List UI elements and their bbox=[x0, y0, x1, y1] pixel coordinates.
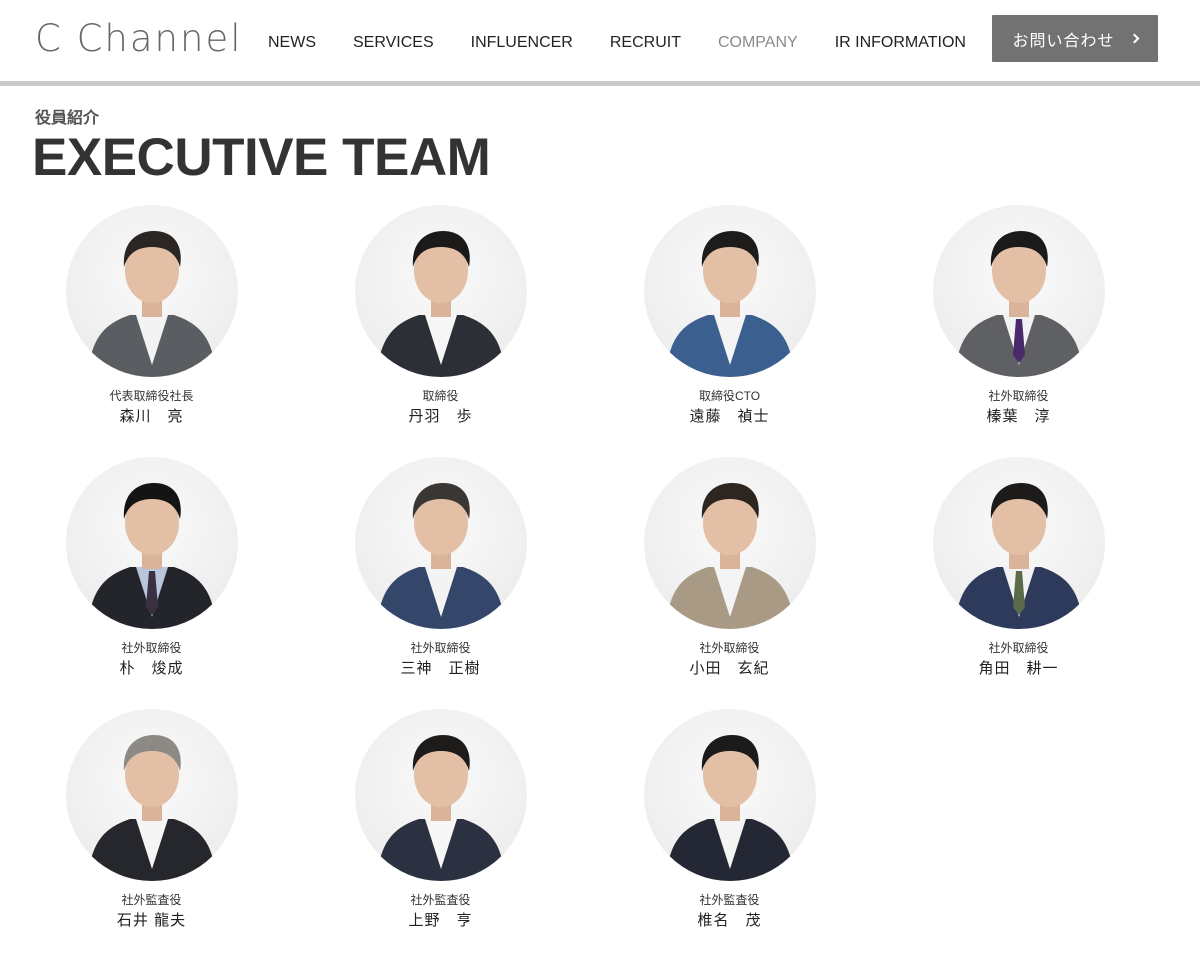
portrait-illustration bbox=[954, 231, 1083, 377]
section-title: EXECUTIVE TEAM bbox=[32, 128, 491, 187]
member-name: 三神 正樹 bbox=[400, 660, 481, 677]
member-card[interactable]: 社外取締役 小田 玄紀 bbox=[585, 457, 874, 709]
member-role: 社外監査役 bbox=[121, 893, 182, 907]
member-name: 上野 亨 bbox=[408, 912, 473, 929]
member-name: 椎名 茂 bbox=[697, 912, 762, 929]
member-name: 角田 耕一 bbox=[978, 660, 1059, 677]
nav-ir-information[interactable]: IR INFORMATION bbox=[835, 33, 966, 53]
portrait-illustration bbox=[376, 231, 505, 377]
portrait-illustration bbox=[87, 483, 216, 629]
member-portrait bbox=[932, 457, 1105, 629]
member-role: 社外取締役 bbox=[699, 641, 760, 655]
member-name: 森川 亮 bbox=[119, 408, 184, 425]
chevron-right-icon bbox=[1129, 33, 1139, 44]
portrait-illustration bbox=[665, 231, 794, 377]
member-card[interactable]: 社外取締役 三神 正樹 bbox=[296, 457, 585, 709]
member-card[interactable]: 社外監査役 椎名 茂 bbox=[585, 709, 874, 961]
contact-button[interactable]: お問い合わせ bbox=[992, 15, 1158, 62]
member-role: 社外監査役 bbox=[410, 893, 471, 907]
member-card[interactable]: 代表取締役社長 森川 亮 bbox=[7, 205, 296, 457]
member-portrait bbox=[354, 457, 527, 629]
member-name: 朴 焌成 bbox=[119, 660, 184, 677]
member-portrait bbox=[932, 205, 1105, 377]
portrait-illustration bbox=[376, 735, 505, 881]
member-card[interactable]: 社外取締役 榛葉 淳 bbox=[874, 205, 1163, 457]
member-portrait bbox=[65, 205, 238, 377]
nav-influencer[interactable]: INFLUENCER bbox=[471, 33, 573, 53]
member-name: 遠藤 禎士 bbox=[689, 408, 770, 425]
member-role: 社外取締役 bbox=[121, 641, 182, 655]
portrait-illustration bbox=[954, 483, 1083, 629]
member-portrait bbox=[65, 709, 238, 881]
member-portrait bbox=[65, 457, 238, 629]
member-role: 代表取締役社長 bbox=[109, 389, 194, 403]
member-name: 丹羽 歩 bbox=[408, 408, 473, 425]
site-logo[interactable]: C Channel bbox=[35, 14, 243, 64]
member-name: 榛葉 淳 bbox=[986, 408, 1051, 425]
member-role: 社外取締役 bbox=[410, 641, 471, 655]
nav-news[interactable]: NEWS bbox=[268, 33, 316, 53]
member-card[interactable]: 社外取締役 朴 焌成 bbox=[7, 457, 296, 709]
portrait-illustration bbox=[87, 231, 216, 377]
portrait-illustration bbox=[665, 483, 794, 629]
nav-services[interactable]: SERVICES bbox=[353, 33, 434, 53]
member-role: 取締役 bbox=[422, 389, 459, 403]
member-card[interactable]: 社外監査役 上野 亨 bbox=[296, 709, 585, 961]
member-portrait bbox=[354, 205, 527, 377]
executive-grid: 代表取締役社長 森川 亮 取締役 丹羽 歩 取締役CTO 遠藤 禎士 社外取締役… bbox=[7, 205, 1163, 961]
contact-button-label: お問い合わせ bbox=[1012, 32, 1115, 50]
member-name: 石井 龍夫 bbox=[116, 912, 187, 929]
member-role: 社外監査役 bbox=[699, 893, 760, 907]
nav-recruit[interactable]: RECRUIT bbox=[610, 33, 681, 53]
member-portrait bbox=[643, 709, 816, 881]
nav-company[interactable]: COMPANY bbox=[718, 33, 798, 53]
member-card[interactable]: 取締役CTO 遠藤 禎士 bbox=[585, 205, 874, 457]
portrait-illustration bbox=[376, 483, 505, 629]
member-portrait bbox=[643, 457, 816, 629]
member-card[interactable]: 社外取締役 角田 耕一 bbox=[874, 457, 1163, 709]
section-subtitle: 役員紹介 bbox=[35, 110, 100, 127]
site-header: C Channel NEWS SERVICES INFLUENCER RECRU… bbox=[0, 0, 1200, 86]
member-role: 取締役CTO bbox=[698, 389, 761, 403]
member-portrait bbox=[643, 205, 816, 377]
member-role: 社外取締役 bbox=[988, 389, 1049, 403]
portrait-illustration bbox=[87, 735, 216, 881]
member-role: 社外取締役 bbox=[988, 641, 1049, 655]
portrait-illustration bbox=[665, 735, 794, 881]
member-name: 小田 玄紀 bbox=[689, 660, 770, 677]
member-card[interactable]: 取締役 丹羽 歩 bbox=[296, 205, 585, 457]
member-portrait bbox=[354, 709, 527, 881]
main-nav: NEWS SERVICES INFLUENCER RECRUIT COMPANY… bbox=[268, 33, 1003, 53]
member-card[interactable]: 社外監査役 石井 龍夫 bbox=[7, 709, 296, 961]
